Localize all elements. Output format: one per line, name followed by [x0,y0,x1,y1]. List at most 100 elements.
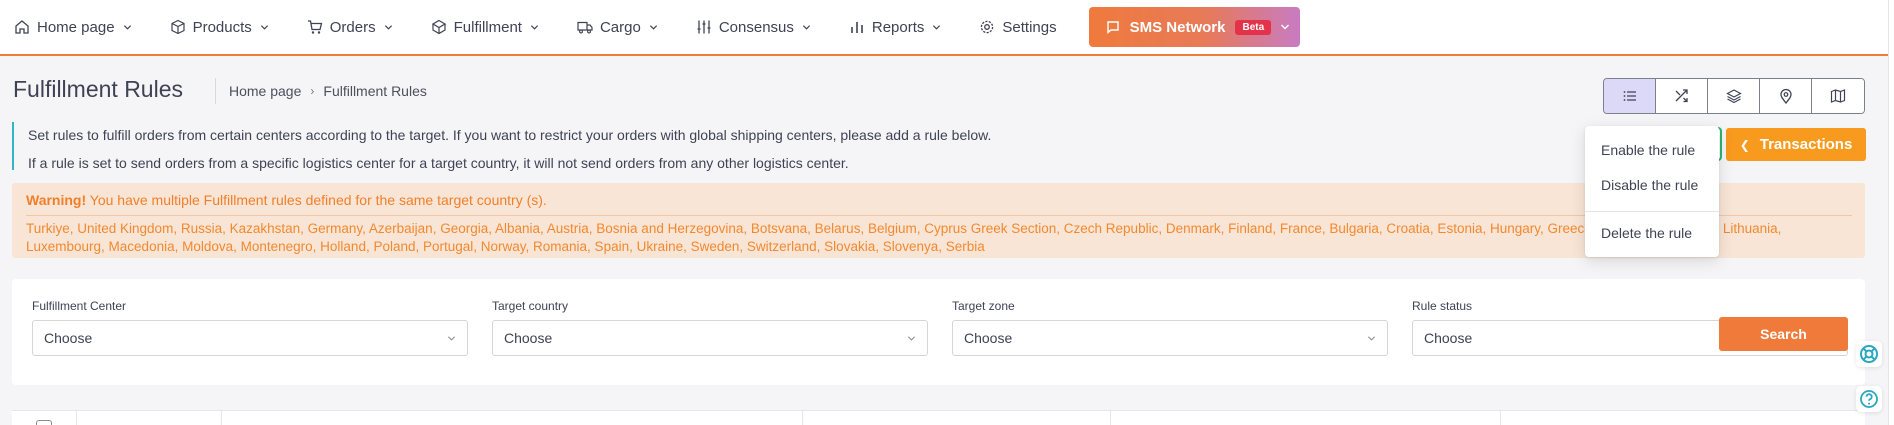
info-text-line-2: If a rule is set to send orders from a s… [28,155,849,171]
chevron-down-icon [649,23,658,32]
filter-label: Rule status [1412,299,1473,313]
beta-badge: Beta [1235,19,1272,35]
filter-label: Fulfillment Center [32,299,127,313]
warning-divider [26,215,1852,216]
chevron-down-icon [932,23,941,32]
filter-label: Target country [492,299,569,313]
transactions-label: Transactions [1759,136,1853,153]
nav-item-products[interactable]: Products [170,0,269,55]
enable-rule-item[interactable]: Enable the rule [1601,142,1695,158]
nav-item-orders[interactable]: Orders [307,0,393,55]
nav-item-consensus[interactable]: Consensus [696,0,811,55]
search-button[interactable]: Search [1719,317,1848,351]
list-view-button[interactable] [1604,79,1656,113]
map-pin-icon [1779,88,1792,104]
filter-target-country: Target country Choose [492,299,928,356]
rule-actions-dropdown: Enable the rule Disable the rule Delete … [1585,126,1719,257]
warning-title: Warning! You have multiple Fulfillment r… [26,192,547,208]
nav-label: Settings [1002,18,1057,36]
dropdown-divider [1585,211,1719,212]
map-view-button[interactable] [1812,79,1864,113]
list-icon [1623,91,1636,101]
chevron-down-icon [384,23,393,32]
breadcrumb: Home page › Fulfillment Rules [229,83,427,99]
support-lifebuoy-button[interactable] [1856,341,1882,367]
box-icon [170,19,186,35]
nav-item-cargo[interactable]: Cargo [577,0,658,55]
select-value: Choose [964,330,1013,346]
chevron-left-icon: ❮ [1739,137,1750,152]
top-navbar: Home page Products Orders Fulfillment Ca… [0,0,1894,56]
page-title: Fulfillment Rules [13,76,183,102]
layers-icon [1725,89,1742,104]
disable-rule-item[interactable]: Disable the rule [1601,177,1698,193]
chevron-down-icon [802,23,811,32]
truck-icon [577,19,593,35]
chevron-down-icon [1367,334,1376,343]
column-divider [1500,411,1501,425]
warning-label: Warning! [26,192,87,208]
map-icon [1830,89,1846,103]
filter-target-zone: Target zone Choose [952,299,1388,356]
package-icon [431,19,447,35]
column-divider [802,411,803,425]
transactions-button[interactable]: ❮ Transactions [1726,128,1866,161]
view-mode-toggle [1603,78,1865,114]
cart-icon [307,19,323,35]
nav-label: Orders [329,18,376,36]
chevron-down-icon [260,23,269,32]
nav-label: Consensus [718,18,794,36]
gear-icon [979,19,995,35]
title-divider [215,78,216,104]
sliders-icon [696,19,712,35]
filter-label: Target zone [952,299,1015,313]
select-value: Choose [504,330,553,346]
lifebuoy-icon [1860,345,1878,363]
help-button[interactable] [1856,386,1882,412]
select-value: Choose [1424,330,1473,346]
shuffle-view-button[interactable] [1656,79,1708,113]
info-accent-bar [12,122,14,170]
sms-network-button[interactable]: SMS Network Beta [1088,7,1301,47]
question-circle-icon [1860,390,1878,408]
shuffle-icon [1675,89,1688,103]
select-value: Choose [44,330,93,346]
bar-chart-icon [849,19,865,35]
breadcrumb-current: Fulfillment Rules [323,83,427,99]
warning-message: You have multiple Fulfillment rules defi… [86,192,547,208]
nav-label: Fulfillment [453,18,522,36]
nav-label: Reports [871,18,925,36]
nav-item-settings[interactable]: Settings [979,0,1057,55]
select-all-checkbox[interactable] [36,420,52,425]
nav-label: Products [192,18,252,36]
chevron-down-icon [907,334,916,343]
chevron-down-icon [447,334,456,343]
warning-country-list: Turkiye, United Kingdom, Russia, Kazakhs… [26,221,1782,254]
target-zone-select[interactable]: Choose [952,320,1388,356]
nav-item-reports[interactable]: Reports [849,0,942,55]
nav-item-home[interactable]: Home page [14,0,132,55]
nav-label: Cargo [599,18,641,36]
nav-label: Home page [37,18,115,36]
layers-view-button[interactable] [1708,79,1760,113]
column-divider [1110,411,1111,425]
sms-icon [1105,19,1121,35]
info-text-line-1: Set rules to fulfill orders from certain… [28,127,992,143]
home-icon [14,19,30,35]
nav-item-fulfillment[interactable]: Fulfillment [431,0,539,55]
filter-fulfillment-center: Fulfillment Center Choose [32,299,468,356]
breadcrumb-home-link[interactable]: Home page [229,83,301,99]
chevron-down-icon [530,23,539,32]
breadcrumb-separator-icon: › [310,84,315,98]
map-pin-view-button[interactable] [1760,79,1812,113]
chevron-down-icon [1280,22,1290,32]
chevron-down-icon [123,23,132,32]
delete-rule-item[interactable]: Delete the rule [1601,225,1692,241]
column-divider [221,411,222,425]
page-scrollbar[interactable] [1888,0,1894,425]
rules-table-header [12,410,1865,425]
fulfillment-center-select[interactable]: Choose [32,320,468,356]
column-divider [76,411,77,425]
target-country-select[interactable]: Choose [492,320,928,356]
filter-panel: Fulfillment Center Choose Target country… [12,279,1865,385]
